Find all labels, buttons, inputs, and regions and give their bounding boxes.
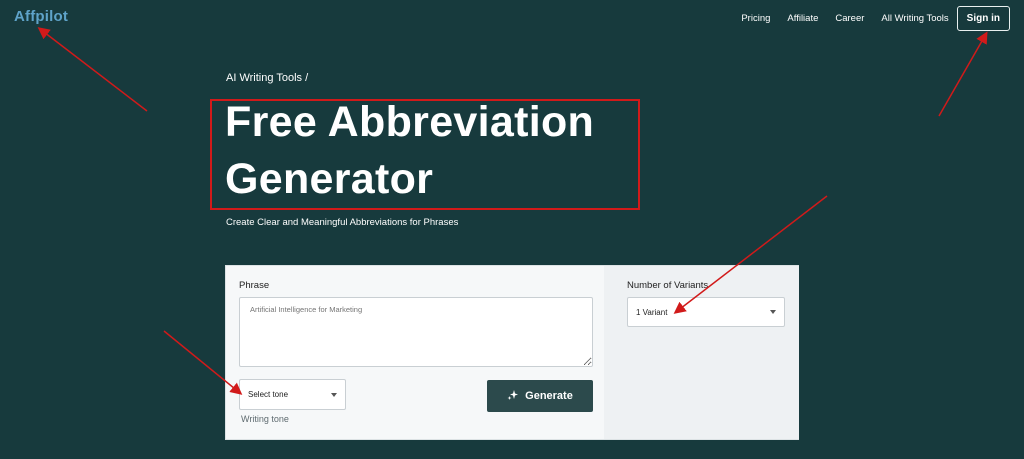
breadcrumb[interactable]: AI Writing Tools /	[226, 72, 308, 84]
phrase-input[interactable]	[239, 297, 593, 367]
sign-in-button[interactable]: Sign in	[956, 6, 1010, 31]
variants-select-value: 1 Variant	[636, 307, 668, 317]
affpilot-logo[interactable]: Affpilot	[14, 8, 68, 25]
variants-select[interactable]: 1 Variant	[627, 297, 785, 327]
arrow-to-sign-in	[938, 31, 988, 117]
variants-panel	[604, 266, 799, 439]
generate-button-label: Generate	[525, 390, 573, 402]
sparkle-icon	[507, 389, 519, 404]
nav-affiliate[interactable]: Affiliate	[787, 13, 818, 24]
top-nav: Pricing Affiliate Career All Writing Too…	[724, 6, 1010, 31]
tone-helper-text: Writing tone	[241, 414, 289, 424]
chevron-down-icon	[770, 310, 776, 314]
tone-select-value: Select tone	[248, 390, 289, 399]
generate-button[interactable]: Generate	[487, 380, 593, 412]
title-highlight-box	[210, 99, 640, 210]
arrow-to-logo	[37, 27, 148, 112]
tone-select[interactable]: Select tone	[239, 379, 346, 410]
page-subtitle: Create Clear and Meaningful Abbreviation…	[226, 217, 459, 228]
chevron-down-icon	[331, 392, 337, 397]
nav-career[interactable]: Career	[835, 13, 864, 24]
nav-all-writing-tools[interactable]: All Writing Tools	[881, 13, 948, 24]
nav-pricing[interactable]: Pricing	[741, 13, 770, 24]
variants-label: Number of Variants	[627, 280, 709, 291]
generator-form-card: Phrase Select tone Writing tone Generate…	[225, 265, 799, 440]
phrase-label: Phrase	[239, 280, 270, 291]
